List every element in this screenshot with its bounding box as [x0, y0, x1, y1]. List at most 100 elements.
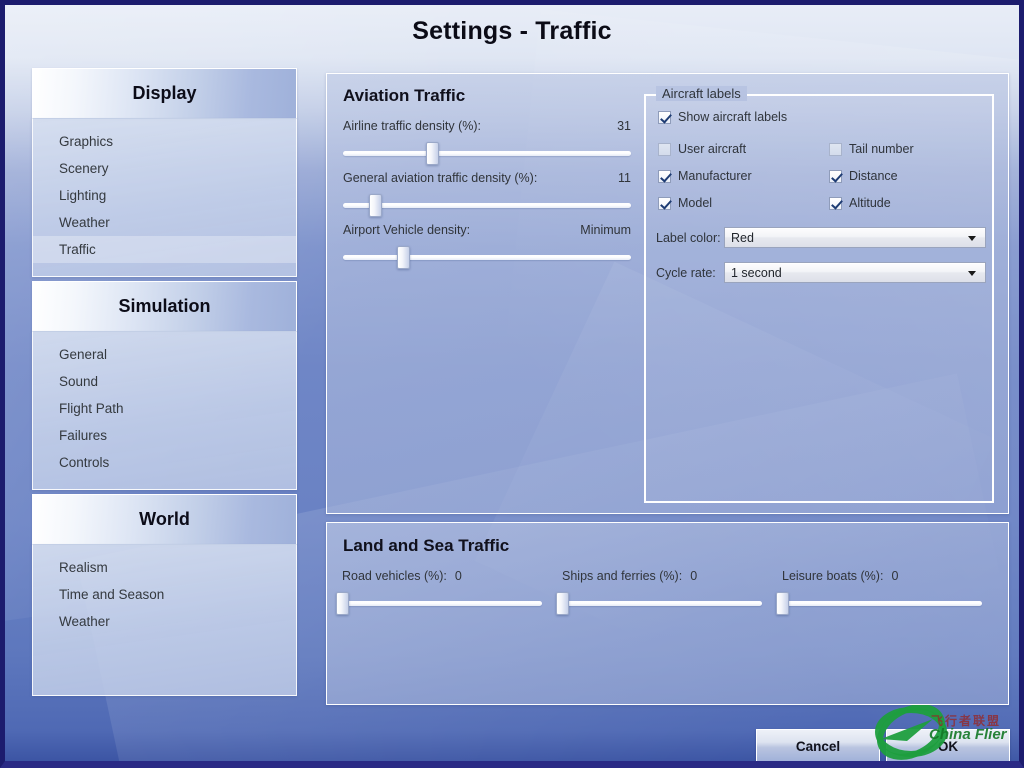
- page-title: Settings - Traffic: [412, 16, 612, 45]
- chevron-down-icon[interactable]: [968, 270, 976, 276]
- cancel-button[interactable]: Cancel: [756, 729, 880, 761]
- sidebar-item-general[interactable]: General: [33, 341, 296, 368]
- aircraft-labels-legend: Aircraft labels: [656, 86, 747, 101]
- sidebar-item-failures[interactable]: Failures: [33, 422, 296, 449]
- slider-thumb[interactable]: [776, 592, 789, 615]
- checkbox-icon[interactable]: [658, 169, 671, 183]
- checkbox-user-aircraft[interactable]: User aircraft: [658, 142, 746, 156]
- land-and-sea-traffic-title: Land and Sea Traffic: [343, 536, 510, 555]
- checkbox-icon[interactable]: [658, 196, 671, 210]
- ships-and-ferries-label: Ships and ferries (%):: [562, 569, 683, 583]
- checkbox-label: Manufacturer: [678, 169, 752, 183]
- leisure-boats-value: 0: [891, 569, 899, 583]
- nav-header-world[interactable]: World: [32, 494, 297, 545]
- label-color-row: Label color: Red: [656, 227, 986, 248]
- label-color-value: Red: [731, 230, 754, 245]
- airport-vehicle-density-slider[interactable]: [343, 246, 631, 269]
- checkbox-icon[interactable]: [829, 169, 842, 183]
- checkbox-altitude[interactable]: Altitude: [829, 196, 891, 210]
- sidebar: Display Graphics Scenery Lighting Weathe…: [32, 68, 297, 696]
- sidebar-item-weather-world[interactable]: Weather: [33, 608, 296, 635]
- aviation-traffic-panel: Aviation Traffic Airline traffic density…: [326, 73, 1009, 514]
- sidebar-item-graphics[interactable]: Graphics: [33, 128, 296, 155]
- sidebar-item-controls[interactable]: Controls: [33, 449, 296, 476]
- checkbox-manufacturer[interactable]: Manufacturer: [658, 169, 752, 183]
- slider-track[interactable]: [342, 601, 542, 606]
- airport-vehicle-density-value: Minimum: [580, 223, 631, 237]
- nav-group-simulation: Simulation General Sound Flight Path Fai…: [32, 281, 297, 490]
- nav-items-simulation: General Sound Flight Path Failures Contr…: [32, 332, 297, 490]
- settings-window: Settings - Traffic Display Graphics Scen…: [0, 0, 1024, 768]
- general-aviation-density-label: General aviation traffic density (%):: [343, 171, 538, 185]
- sidebar-item-time-and-season[interactable]: Time and Season: [33, 581, 296, 608]
- leisure-boats-slider[interactable]: [776, 592, 982, 615]
- checkbox-label: Show aircraft labels: [678, 110, 788, 124]
- leisure-boats-row: Leisure boats (%): 0: [776, 569, 982, 615]
- checkbox-label: User aircraft: [678, 142, 747, 156]
- slider-thumb[interactable]: [397, 246, 411, 269]
- general-aviation-density-row: General aviation traffic density (%): 11: [343, 171, 631, 217]
- checkbox-label: Model: [678, 196, 713, 210]
- road-vehicles-label: Road vehicles (%):: [342, 569, 447, 583]
- nav-header-display[interactable]: Display: [32, 68, 297, 119]
- airline-traffic-density-slider[interactable]: [343, 142, 631, 165]
- nav-header-label: Display: [132, 83, 197, 103]
- nav-header-simulation[interactable]: Simulation: [32, 281, 297, 332]
- land-and-sea-traffic-panel: Land and Sea Traffic Road vehicles (%): 0…: [326, 522, 1009, 705]
- aviation-traffic-title: Aviation Traffic: [343, 86, 466, 105]
- checkbox-icon[interactable]: [658, 142, 671, 156]
- checkbox-label: Altitude: [849, 196, 891, 210]
- checkbox-tail-number[interactable]: Tail number: [829, 142, 914, 156]
- road-vehicles-slider[interactable]: [336, 592, 542, 615]
- cycle-rate-label: Cycle rate:: [656, 265, 716, 280]
- sidebar-item-traffic[interactable]: Traffic: [33, 236, 296, 263]
- slider-track[interactable]: [343, 255, 631, 260]
- leisure-boats-label: Leisure boats (%):: [782, 569, 884, 583]
- checkbox-icon[interactable]: [829, 142, 842, 156]
- label-color-label: Label color:: [656, 230, 721, 245]
- sidebar-item-sound[interactable]: Sound: [33, 368, 296, 395]
- checkbox-icon[interactable]: [829, 196, 842, 210]
- sidebar-item-flight-path[interactable]: Flight Path: [33, 395, 296, 422]
- road-vehicles-row: Road vehicles (%): 0: [336, 569, 542, 615]
- airline-traffic-density-value: 31: [617, 119, 631, 133]
- checkbox-model[interactable]: Model: [658, 196, 712, 210]
- sidebar-item-weather[interactable]: Weather: [33, 209, 296, 236]
- checkbox-icon[interactable]: [658, 110, 671, 124]
- nav-items-display: Graphics Scenery Lighting Weather Traffi…: [32, 119, 297, 277]
- checkbox-distance[interactable]: Distance: [829, 169, 898, 183]
- sidebar-item-lighting[interactable]: Lighting: [33, 182, 296, 209]
- airline-traffic-density-label: Airline traffic density (%):: [343, 119, 482, 133]
- checkbox-label: Tail number: [849, 142, 914, 156]
- general-aviation-density-slider[interactable]: [343, 194, 631, 217]
- slider-track[interactable]: [782, 601, 982, 606]
- sidebar-item-realism[interactable]: Realism: [33, 554, 296, 581]
- nav-group-world: World Realism Time and Season Weather: [32, 494, 297, 696]
- label-color-select[interactable]: Red: [724, 227, 986, 248]
- nav-group-display: Display Graphics Scenery Lighting Weathe…: [32, 68, 297, 277]
- slider-thumb[interactable]: [336, 592, 349, 615]
- cycle-rate-select[interactable]: 1 second: [724, 262, 986, 283]
- cycle-rate-value: 1 second: [731, 265, 782, 280]
- ships-and-ferries-row: Ships and ferries (%): 0: [556, 569, 762, 615]
- sidebar-item-scenery[interactable]: Scenery: [33, 155, 296, 182]
- airline-traffic-density-row: Airline traffic density (%): 31: [343, 119, 631, 165]
- checkbox-label: Distance: [849, 169, 898, 183]
- airport-vehicle-density-label: Airport Vehicle density:: [343, 223, 471, 237]
- chevron-down-icon[interactable]: [968, 235, 976, 241]
- aircraft-labels-groupbox: Aircraft labels Show aircraft labels Use…: [644, 86, 994, 503]
- slider-track[interactable]: [343, 203, 631, 208]
- ok-button[interactable]: OK: [886, 729, 1010, 761]
- nav-header-label: World: [139, 509, 190, 529]
- nav-items-world: Realism Time and Season Weather: [32, 545, 297, 696]
- ships-and-ferries-slider[interactable]: [556, 592, 762, 615]
- checkbox-show-aircraft-labels[interactable]: Show aircraft labels: [658, 110, 787, 124]
- road-vehicles-value: 0: [454, 569, 462, 583]
- slider-track[interactable]: [562, 601, 762, 606]
- slider-thumb[interactable]: [556, 592, 569, 615]
- airport-vehicle-density-row: Airport Vehicle density: Minimum: [343, 223, 631, 269]
- slider-thumb[interactable]: [368, 194, 382, 217]
- watermark-cn-text: 飞行者联盟: [931, 714, 1002, 728]
- slider-track[interactable]: [343, 151, 631, 156]
- slider-thumb[interactable]: [426, 142, 440, 165]
